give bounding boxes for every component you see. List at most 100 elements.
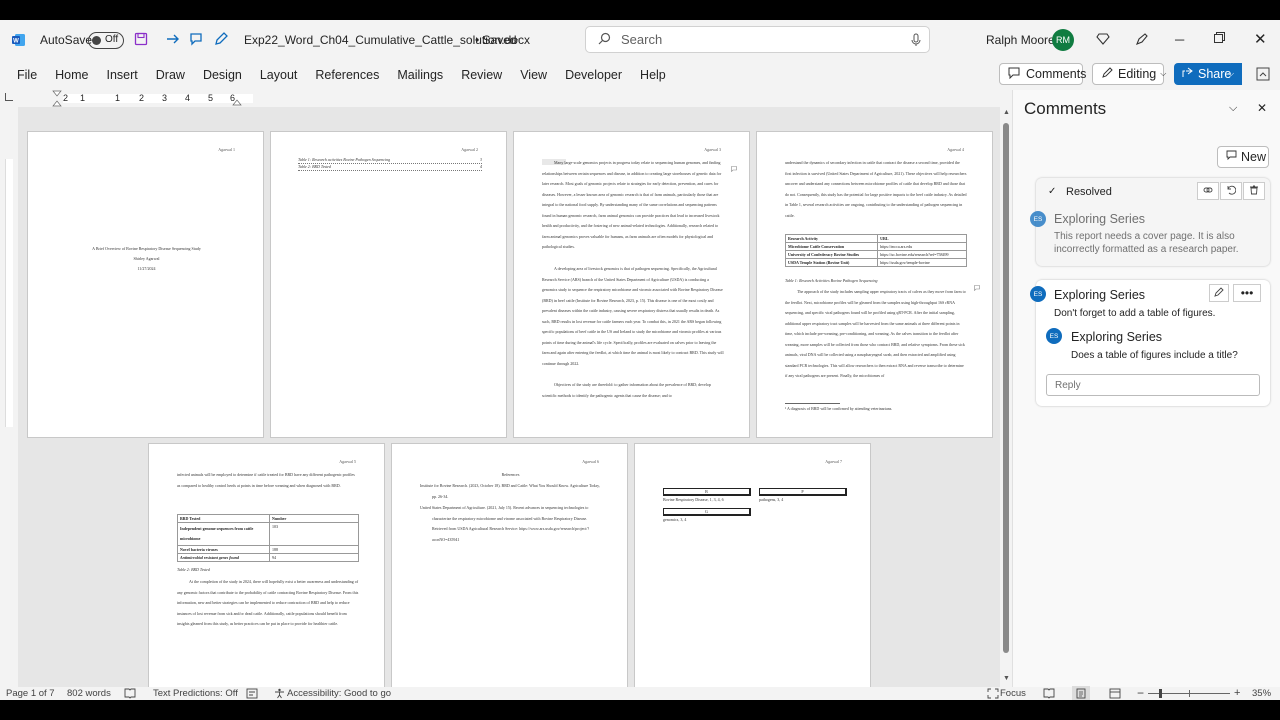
macro-icon[interactable]: [246, 688, 258, 700]
table-of-figures-entry[interactable]: Table 1: Research activities Bovine Path…: [298, 157, 482, 164]
horizontal-ruler[interactable]: 2 1 1 2 3 4 5 6: [18, 90, 1010, 107]
tab-design[interactable]: Design: [194, 61, 251, 89]
reply-input[interactable]: Reply: [1046, 374, 1260, 396]
print-layout-icon[interactable]: [1072, 686, 1090, 700]
tab-view[interactable]: View: [511, 61, 556, 89]
vertical-ruler[interactable]: [0, 107, 18, 687]
pencil-icon: [1101, 66, 1113, 82]
table-row: USDA Temple Station (Bovine Unit) https:/…: [784, 258, 967, 267]
vertical-scrollbar[interactable]: ▲ ▼: [1000, 107, 1012, 687]
autosave-state: Off: [105, 34, 119, 45]
accessibility-icon[interactable]: [274, 688, 285, 700]
zoom-slider[interactable]: [1148, 689, 1230, 698]
page-1[interactable]: Agarwal 1 A Brief Overview of Bovine Res…: [27, 131, 264, 438]
ribbon-collapse-icon[interactable]: [1256, 67, 1270, 84]
focus-icon[interactable]: [987, 688, 999, 700]
forward-arrow-icon[interactable]: [165, 31, 181, 50]
more-actions-button[interactable]: •••: [1233, 284, 1261, 302]
web-layout-icon[interactable]: [1109, 688, 1121, 700]
zoom-level[interactable]: 35%: [1252, 687, 1271, 700]
scrollbar-thumb[interactable]: [1003, 123, 1009, 653]
page-number: Agarwal 5: [339, 459, 356, 464]
scroll-down-icon[interactable]: ▼: [1003, 675, 1010, 682]
edit-comment-button[interactable]: [1209, 284, 1229, 302]
table-header-cell: Research Activity: [784, 234, 879, 243]
tab-mailings[interactable]: Mailings: [388, 61, 452, 89]
reopen-button[interactable]: [1220, 182, 1242, 200]
tab-developer[interactable]: Developer: [556, 61, 631, 89]
zoom-in-icon[interactable]: +: [1234, 687, 1240, 700]
table-of-figures-entry[interactable]: Table 2: BRD Tested 4: [298, 164, 482, 171]
minimize-icon[interactable]: ─: [1175, 32, 1184, 47]
tab-draw[interactable]: Draw: [147, 61, 194, 89]
read-mode-icon[interactable]: [1043, 688, 1055, 700]
maximize-icon[interactable]: [1214, 32, 1225, 46]
research-table[interactable]: Research Activity URL Microbiome Cattle C…: [784, 234, 967, 267]
tab-help[interactable]: Help: [631, 61, 675, 89]
close-icon[interactable]: ✕: [1254, 30, 1267, 48]
chevron-down-icon: ⌵: [1160, 69, 1167, 78]
tab-review[interactable]: Review: [452, 61, 511, 89]
chevron-down-icon[interactable]: ⌵: [1228, 69, 1234, 79]
body-paragraph: infected animals will be employed to det…: [177, 472, 355, 488]
user-name[interactable]: Ralph Moore: [986, 33, 1055, 47]
page-count[interactable]: Page 1 of 7: [6, 687, 55, 700]
zoom-slider-thumb[interactable]: [1159, 689, 1162, 698]
search-box[interactable]: Search: [585, 26, 930, 53]
resolved-comment-card[interactable]: ✓ Resolved ES Exploring Series This repo…: [1030, 178, 1270, 266]
comment-marker-icon[interactable]: [731, 159, 737, 177]
tab-selector-icon[interactable]: [5, 93, 13, 101]
draw-pen-icon[interactable]: [213, 31, 229, 50]
comments-button[interactable]: Comments: [999, 63, 1086, 85]
autosave-toggle[interactable]: Off: [88, 32, 124, 49]
reference-entry: United States Department of Agriculture.…: [420, 505, 590, 542]
microphone-icon[interactable]: [911, 33, 921, 50]
more-options-icon: •••: [1240, 286, 1254, 300]
delete-button[interactable]: [1243, 182, 1265, 200]
tab-layout[interactable]: Layout: [251, 61, 307, 89]
editing-button[interactable]: Editing ⌵: [1092, 63, 1167, 85]
brd-tested-table[interactable]: BRD Tested Number Independent genome sequ…: [177, 514, 359, 562]
page-2[interactable]: Agarwal 2 Table 1: Research activities B…: [270, 131, 507, 438]
save-icon[interactable]: [134, 32, 148, 49]
ruler-right-margin-marker[interactable]: [232, 94, 242, 108]
focus-mode-button[interactable]: Focus: [1000, 687, 1026, 700]
page-7[interactable]: Agarwal 7 B Bovine Respiratory Disease, …: [634, 443, 871, 687]
user-avatar[interactable]: RM: [1052, 29, 1074, 51]
close-pane-icon[interactable]: ✕: [1257, 101, 1267, 115]
proofing-book-icon[interactable]: [124, 688, 136, 700]
ribbon-tabs: File Home Insert Draw Design Layout Refe…: [0, 60, 1280, 90]
comment-sync-icon[interactable]: [188, 31, 204, 50]
comment-marker-icon[interactable]: [974, 278, 980, 296]
zoom-out-icon[interactable]: −: [1137, 687, 1144, 700]
table-caption: Table 1: Research Activities Bovine Path…: [785, 278, 878, 283]
chevron-down-icon[interactable]: ⌵: [1229, 102, 1237, 115]
tab-references[interactable]: References: [306, 61, 388, 89]
document-canvas[interactable]: Agarwal 1 A Brief Overview of Bovine Res…: [18, 107, 1000, 687]
link-button[interactable]: [1197, 182, 1219, 200]
active-comment-thread[interactable]: ES Exploring Series ••• Don't forget to …: [1030, 280, 1270, 406]
page-3[interactable]: Agarwal 3 Many large-scale genomics proj…: [513, 131, 750, 438]
accessibility-status[interactable]: Accessibility: Good to go: [287, 687, 391, 700]
pencil-icon: [1214, 284, 1224, 302]
scroll-up-icon[interactable]: ▲: [1003, 109, 1010, 116]
comments-pane: Comments ⌵ ✕ New ✓ Resolved ES Exploring…: [1012, 90, 1280, 687]
page-5[interactable]: Agarwal 5 infected animals will be emplo…: [148, 443, 385, 687]
comment-text: Don't forget to add a table of figures.: [1054, 308, 1216, 319]
designer-pen-icon[interactable]: [1135, 32, 1149, 49]
index-entry: genomics, 3, 4: [663, 517, 687, 522]
chevron-down-icon[interactable]: ⌵: [512, 34, 519, 45]
ruler-left-margin-marker[interactable]: [52, 90, 62, 107]
diamond-icon[interactable]: [1096, 32, 1110, 49]
tab-home[interactable]: Home: [46, 61, 97, 89]
comments-pane-title: Comments: [1024, 99, 1107, 118]
table-cell: 103: [269, 522, 359, 546]
page-4[interactable]: Agarwal 4 understand the dynamics of sec…: [756, 131, 993, 438]
page-6[interactable]: Agarwal 6 References Institute for Bovin…: [391, 443, 628, 687]
tab-file[interactable]: File: [8, 61, 46, 89]
tab-insert[interactable]: Insert: [98, 61, 147, 89]
new-comment-button[interactable]: New: [1217, 146, 1269, 168]
word-count[interactable]: 802 words: [67, 687, 111, 700]
text-predictions-status[interactable]: Text Predictions: Off: [153, 687, 238, 700]
toc-entry-text: Table 2: BRD Tested: [298, 164, 331, 169]
